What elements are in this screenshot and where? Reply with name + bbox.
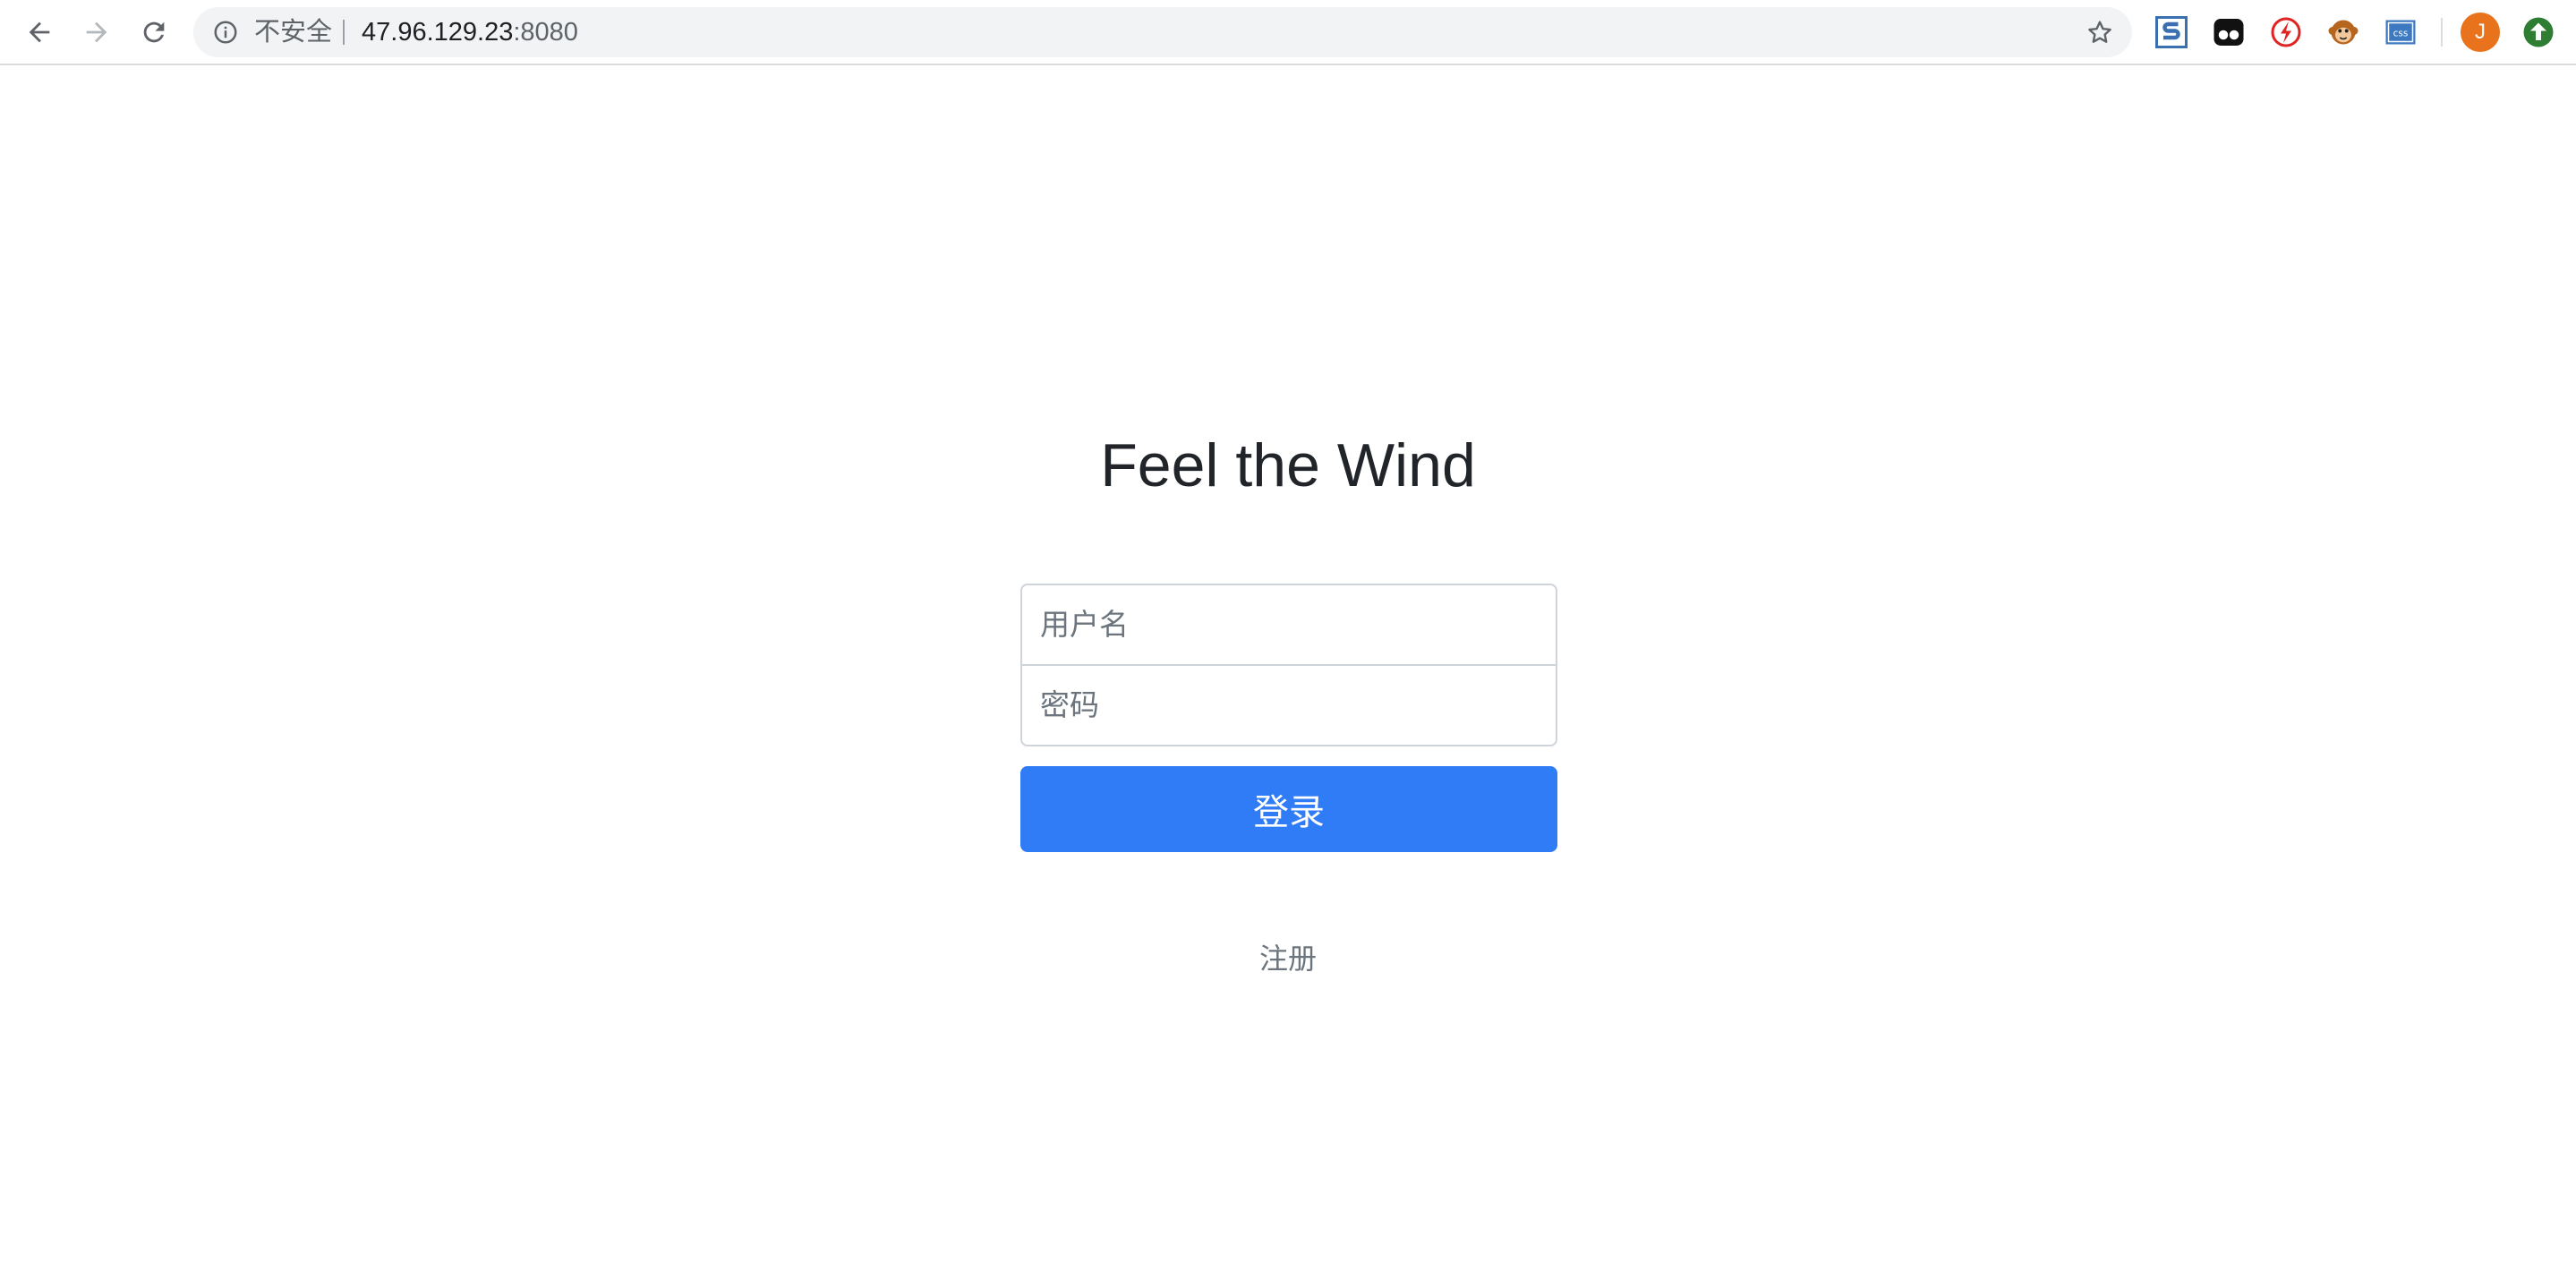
omnibox-divider: [343, 20, 345, 45]
arrow-left-icon: [29, 21, 50, 43]
url-text[interactable]: 47.96.129.23:8080: [362, 7, 578, 57]
login-form: 登录: [1020, 584, 1557, 852]
browser-toolbar: 不安全 47.96.129.23:8080 css J: [0, 0, 2576, 65]
s-extension-icon[interactable]: [2155, 16, 2188, 48]
flash-logo-icon: [2271, 17, 2301, 47]
arrow-right-icon: [86, 21, 107, 43]
update-button[interactable]: [2522, 16, 2555, 48]
eyes-extension-icon[interactable]: [2213, 16, 2245, 48]
info-icon: [214, 21, 237, 44]
monkey-extension-icon[interactable]: [2327, 16, 2359, 48]
url-host: 47.96.129.23: [362, 18, 514, 47]
css-logo-icon: css: [2385, 20, 2416, 45]
svg-text:css: css: [2393, 29, 2409, 39]
css-extension-icon[interactable]: css: [2384, 16, 2417, 48]
reload-icon: [143, 21, 165, 43]
star-icon: [2088, 21, 2111, 43]
site-info-button[interactable]: [209, 16, 242, 48]
address-bar[interactable]: 不安全 47.96.129.23:8080: [193, 7, 2132, 57]
login-button[interactable]: 登录: [1020, 766, 1557, 852]
forward-button[interactable]: [75, 11, 118, 54]
arrow-up-circle-icon: [2523, 17, 2554, 47]
back-button[interactable]: [18, 11, 61, 54]
s-logo-icon: [2155, 16, 2188, 48]
page-title: Feel the Wind: [1100, 431, 1476, 499]
profile-avatar[interactable]: J: [2461, 13, 2500, 52]
register-link[interactable]: 注册: [0, 936, 2576, 977]
toolbar-divider: [2441, 18, 2443, 47]
eyes-logo-icon: [2213, 19, 2244, 46]
bookmark-button[interactable]: [2084, 16, 2116, 48]
username-input[interactable]: [1020, 584, 1557, 666]
security-status: 不安全: [254, 18, 333, 47]
reload-button[interactable]: [132, 11, 175, 54]
monkey-logo-icon: [2328, 20, 2358, 45]
flash-extension-icon[interactable]: [2270, 16, 2302, 48]
password-input[interactable]: [1020, 664, 1557, 746]
url-port: :8080: [513, 18, 578, 47]
